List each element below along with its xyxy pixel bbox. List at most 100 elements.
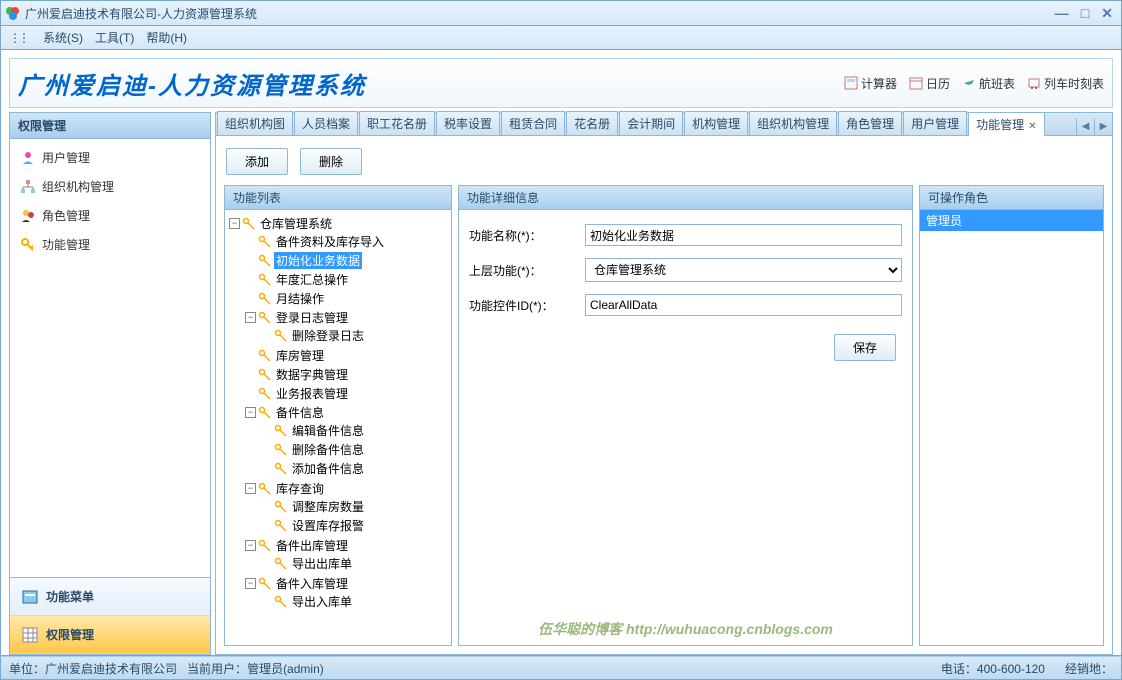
grid-icon [22,627,38,643]
tab-period[interactable]: 会计期间 [619,111,683,135]
tree-node[interactable]: 仓库管理系统 [258,215,334,232]
input-control-id[interactable] [585,294,902,316]
tool-flights[interactable]: 航班表 [962,75,1015,92]
status-phone: 400-600-120 [977,662,1045,676]
grip-icon: ⋮⋮ [9,31,27,45]
tab-lease[interactable]: 租赁合同 [501,111,565,135]
add-button[interactable]: 添加 [226,148,288,175]
tree-node[interactable]: 备件信息 [274,404,326,421]
tab-user-mgmt[interactable]: 用户管理 [903,111,967,135]
panel-header: 功能列表 [225,186,451,210]
key-icon [274,595,288,609]
sidebar: 权限管理 用户管理 组织机构管理 角色管理 功能管理 [9,112,211,655]
tab-scroll-right[interactable]: ▶ [1094,118,1112,135]
status-user: 管理员(admin) [247,662,324,676]
menu-icon [22,589,38,605]
delete-button[interactable]: 删除 [300,148,362,175]
tab-roster2[interactable]: 花名册 [566,111,618,135]
tree-node[interactable]: 库房管理 [274,347,326,364]
tab-tax[interactable]: 税率设置 [436,111,500,135]
tool-calendar[interactable]: 日历 [909,75,950,92]
role-item[interactable]: 管理员 [920,210,1103,231]
maximize-button[interactable]: □ [1081,5,1089,22]
tab-orgstruct-mgmt[interactable]: 组织机构管理 [749,111,837,135]
flight-icon [962,76,976,90]
menu-system[interactable]: 系统(S) [43,29,83,46]
tree-node[interactable]: 年度汇总操作 [274,271,350,288]
tree-node[interactable]: 备件资料及库存导入 [274,233,386,250]
sidebar-item-user[interactable]: 用户管理 [10,143,210,172]
tab-scroll-left[interactable]: ◀ [1076,118,1094,135]
panel-function-list: 功能列表 − 仓库管理系统 备件资料及库存导入 初始化业务数据 [224,185,452,646]
tab-role-mgmt[interactable]: 角色管理 [838,111,902,135]
key-icon [274,443,288,457]
user-icon [20,150,36,166]
tree-toggle[interactable]: − [245,540,256,551]
tree-node[interactable]: 库存查询 [274,480,326,497]
tree-node[interactable]: 数据字典管理 [274,366,350,383]
tree-node-selected[interactable]: 初始化业务数据 [274,252,362,269]
key-icon [258,539,272,553]
tab-org-mgmt[interactable]: 机构管理 [684,111,748,135]
calendar-icon [909,76,923,90]
panel-header: 功能详细信息 [459,186,912,210]
tree-node[interactable]: 导出出库单 [290,555,354,572]
input-function-name[interactable] [585,224,902,246]
menu-tools[interactable]: 工具(T) [95,29,134,46]
status-sales-label: 经销地： [1065,662,1113,676]
menubar: ⋮⋮ 系统(S) 工具(T) 帮助(H) [0,26,1122,50]
key-icon [258,311,272,325]
select-parent[interactable]: 仓库管理系统 [585,258,902,282]
tree-node[interactable]: 登录日志管理 [274,309,350,326]
tree-toggle[interactable]: − [245,483,256,494]
sidebar-item-role[interactable]: 角色管理 [10,201,210,230]
key-icon [274,500,288,514]
function-tree[interactable]: − 仓库管理系统 备件资料及库存导入 初始化业务数据 年度汇总操作 月结操作 − 登… [225,210,451,617]
key-icon [258,406,272,420]
status-company: 广州爱启迪技术有限公司 [45,662,177,676]
app-icon [5,5,21,21]
close-button[interactable]: ✕ [1101,5,1113,22]
sidebar-btn-perm[interactable]: 权限管理 [10,616,210,654]
tree-node[interactable]: 删除登录日志 [290,327,366,344]
tree-toggle[interactable]: − [245,312,256,323]
tree-node[interactable]: 删除备件信息 [290,441,366,458]
tree-toggle[interactable]: − [229,218,240,229]
statusbar: 单位：广州爱启迪技术有限公司 当前用户：管理员(admin) 电话：400-60… [0,656,1122,680]
tab-org-chart[interactable]: 组织机构图 [217,111,293,135]
tab-personnel[interactable]: 人员档案 [294,111,358,135]
tree-node[interactable]: 备件入库管理 [274,575,350,592]
tool-calculator[interactable]: 计算器 [844,75,897,92]
key-icon [258,349,272,363]
tree-node[interactable]: 备件出库管理 [274,537,350,554]
tree-node[interactable]: 调整库房数量 [290,498,366,515]
tab-roster[interactable]: 职工花名册 [359,111,435,135]
sidebar-item-function[interactable]: 功能管理 [10,230,210,259]
menu-help[interactable]: 帮助(H) [146,29,187,46]
calculator-icon [844,76,858,90]
sidebar-header: 权限管理 [10,113,210,139]
minimize-button[interactable]: — [1055,5,1069,22]
tab-function-mgmt[interactable]: 功能管理✕ [968,112,1044,136]
tree-toggle[interactable]: − [245,407,256,418]
tree-toggle[interactable]: − [245,578,256,589]
tree-node[interactable]: 设置库存报警 [290,517,366,534]
tree-node[interactable]: 编辑备件信息 [290,422,366,439]
sidebar-btn-menu[interactable]: 功能菜单 [10,578,210,616]
tree-node[interactable]: 添加备件信息 [290,460,366,477]
org-icon [20,179,36,195]
tree-node[interactable]: 导出入库单 [290,593,354,610]
save-button[interactable]: 保存 [834,334,896,361]
key-icon [258,235,272,249]
key-icon [258,254,272,268]
tree-node[interactable]: 业务报表管理 [274,385,350,402]
key-icon [258,482,272,496]
banner: 广州爱启迪-人力资源管理系统 计算器 日历 航班表 列车时刻表 [9,58,1113,108]
close-icon[interactable]: ✕ [1028,121,1036,132]
train-icon [1027,76,1041,90]
tool-trains[interactable]: 列车时刻表 [1027,75,1104,92]
sidebar-item-org[interactable]: 组织机构管理 [10,172,210,201]
tree-node[interactable]: 月结操作 [274,290,326,307]
label-parent: 上层功能(*)： [469,262,577,279]
sidebar-item-label: 用户管理 [42,149,90,166]
